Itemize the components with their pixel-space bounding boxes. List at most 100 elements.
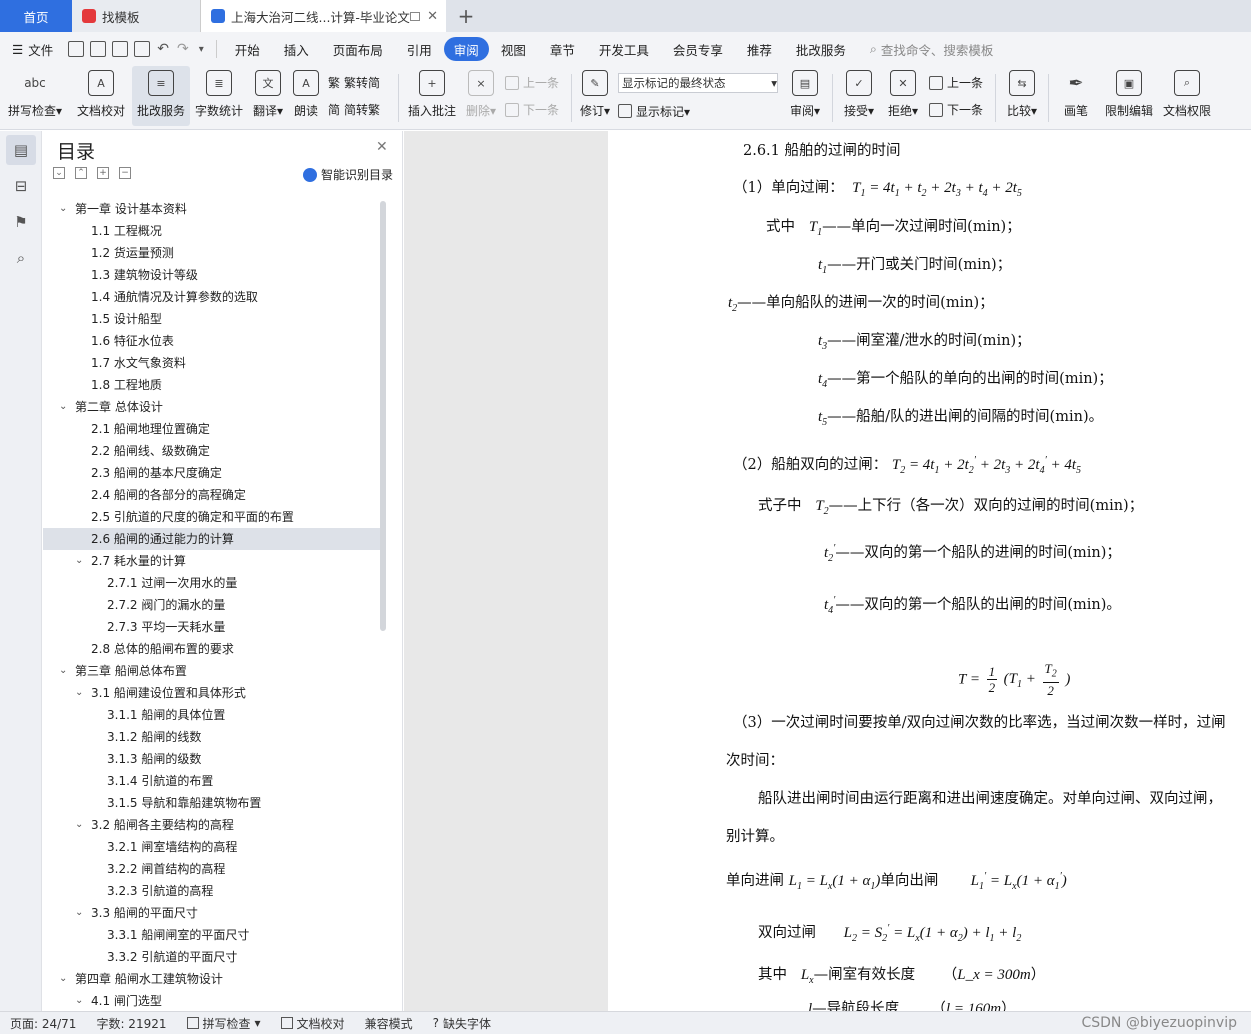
chevron-down-icon[interactable]: ▾ bbox=[199, 44, 204, 55]
toc-item[interactable]: 1.3 建筑物设计等级 bbox=[43, 264, 383, 286]
menu-insert[interactable]: 插入 bbox=[272, 37, 321, 61]
spellcheck-button[interactable]: abc 拼写检查▾ bbox=[0, 66, 70, 126]
save-icon[interactable] bbox=[68, 41, 85, 57]
correction-service-button[interactable]: ≡ 批改服务 bbox=[132, 66, 190, 126]
toc-item[interactable]: 1.6 特征水位表 bbox=[43, 330, 383, 352]
review-pane-button[interactable]: ▤ 审阅▾ bbox=[782, 66, 828, 126]
toc-item[interactable]: 2.8 总体的船闸布置的要求 bbox=[43, 638, 383, 660]
prev-change-button[interactable]: 上一条 bbox=[929, 74, 987, 91]
prev-comment-button[interactable]: 上一条 bbox=[505, 74, 563, 91]
chevron-down-icon[interactable]: ⌄ bbox=[75, 550, 83, 572]
translate-button[interactable]: 文 翻译▾ bbox=[248, 66, 288, 126]
restrict-edit-button[interactable]: ▣ 限制编辑 bbox=[1099, 66, 1159, 126]
simp-to-trad-button[interactable]: 简简转繁 bbox=[328, 101, 390, 118]
track-changes-button[interactable]: ✎ 修订▾ bbox=[576, 66, 614, 126]
tab-home[interactable]: 首页 bbox=[0, 0, 72, 32]
chevron-down-icon[interactable]: ⌄ bbox=[59, 396, 67, 418]
menu-correction[interactable]: 批改服务 bbox=[784, 37, 858, 61]
export-icon[interactable] bbox=[90, 41, 107, 57]
command-search[interactable]: ⌕ 查找命令、搜索模板 bbox=[870, 40, 994, 59]
expand-icon[interactable]: ⌃ bbox=[75, 167, 87, 179]
print-icon[interactable] bbox=[112, 41, 129, 57]
toc-view-icon[interactable]: ▤ bbox=[6, 135, 36, 165]
document-page[interactable]: 2.6.1 船舶的过闸的时间 （1）单向过闸： T1 = 4t1 + t2 + … bbox=[608, 131, 1251, 1011]
read-aloud-button[interactable]: A 朗读 bbox=[288, 66, 324, 126]
toc-item[interactable]: 3.1.5 导航和靠船建筑物布置 bbox=[43, 792, 383, 814]
toc-item[interactable]: 1.4 通航情况及计算参数的选取 bbox=[43, 286, 383, 308]
chevron-down-icon[interactable]: ⌄ bbox=[75, 990, 83, 1012]
toc-item[interactable]: 3.1.3 船闸的级数 bbox=[43, 748, 383, 770]
tab-document[interactable]: 上海大治河二线...计算-毕业论文 ✕ bbox=[200, 0, 446, 32]
toc-item[interactable]: 3.1.2 船闸的线数 bbox=[43, 726, 383, 748]
toc-item[interactable]: ⌄ 第一章 设计基本资料 bbox=[43, 198, 383, 220]
window-icon[interactable] bbox=[410, 11, 420, 21]
redo-icon[interactable]: ↷ bbox=[177, 41, 189, 57]
doc-permission-button[interactable]: ⌕ 文档权限 bbox=[1159, 66, 1215, 126]
proof-status[interactable]: 文档校对 bbox=[271, 1015, 355, 1032]
file-menu[interactable]: ☰ 文件 bbox=[0, 37, 65, 61]
undo-icon[interactable]: ↶ bbox=[157, 41, 169, 57]
add-icon[interactable]: + bbox=[97, 167, 109, 179]
toc-item[interactable]: 3.2.3 引航道的高程 bbox=[43, 880, 383, 902]
toc-item[interactable]: 3.1.4 引航道的布置 bbox=[43, 770, 383, 792]
reject-button[interactable]: ✕ 拒绝▾ bbox=[881, 66, 925, 126]
chevron-down-icon[interactable]: ⌄ bbox=[75, 902, 83, 924]
chevron-down-icon[interactable]: ⌄ bbox=[75, 682, 83, 704]
close-tab-icon[interactable]: ✕ bbox=[427, 9, 438, 24]
tab-templates[interactable]: 找模板 bbox=[72, 0, 200, 32]
toc-item[interactable]: ⌄ 第四章 船闸水工建筑物设计 bbox=[43, 968, 383, 990]
chevron-down-icon[interactable]: ⌄ bbox=[75, 814, 83, 836]
word-count-button[interactable]: ≣ 字数统计 bbox=[190, 66, 248, 126]
markup-state-dropdown[interactable]: 显示标记的最终状态 ▾ bbox=[618, 72, 778, 93]
menu-page-layout[interactable]: 页面布局 bbox=[321, 37, 395, 61]
smart-toc-button[interactable]: 智能识别目录 bbox=[303, 166, 393, 183]
toc-item[interactable]: 2.5 引航道的尺度的确定和平面的布置 bbox=[43, 506, 383, 528]
compare-button[interactable]: ⇆ 比较▾ bbox=[1000, 66, 1044, 126]
compat-mode[interactable]: 兼容模式 bbox=[355, 1015, 423, 1032]
menu-start[interactable]: 开始 bbox=[223, 37, 272, 61]
menu-view[interactable]: 视图 bbox=[489, 37, 538, 61]
toc-item[interactable]: 3.2.2 闸首结构的高程 bbox=[43, 858, 383, 880]
toc-item[interactable]: 3.1.1 船闸的具体位置 bbox=[43, 704, 383, 726]
toc-item[interactable]: 2.7.1 过闸一次用水的量 bbox=[43, 572, 383, 594]
scrollbar[interactable] bbox=[380, 201, 386, 631]
insert-comment-button[interactable]: + 插入批注 bbox=[403, 66, 461, 126]
next-comment-button[interactable]: 下一条 bbox=[505, 101, 563, 118]
menu-review[interactable]: 审阅 bbox=[443, 37, 489, 61]
toc-item[interactable]: 2.2 船闸线、级数确定 bbox=[43, 440, 383, 462]
toc-item[interactable]: 1.8 工程地质 bbox=[43, 374, 383, 396]
section-nav-icon[interactable]: ⊟ bbox=[6, 171, 36, 201]
search-icon[interactable]: ⌕ bbox=[6, 243, 36, 273]
toc-item[interactable]: ⌄ 2.7 耗水量的计算 bbox=[43, 550, 383, 572]
chevron-down-icon[interactable]: ⌄ bbox=[59, 660, 67, 682]
delete-comment-button[interactable]: × 删除▾ bbox=[461, 66, 501, 126]
next-change-button[interactable]: 下一条 bbox=[929, 101, 987, 118]
new-tab-button[interactable]: + bbox=[446, 0, 486, 32]
toc-item[interactable]: ⌄ 3.2 船闸各主要结构的高程 bbox=[43, 814, 383, 836]
toc-item[interactable]: ⌄ 第二章 总体设计 bbox=[43, 396, 383, 418]
menu-chapter[interactable]: 章节 bbox=[538, 37, 587, 61]
bookmark-icon[interactable]: ⚑ bbox=[6, 207, 36, 237]
accept-button[interactable]: ✓ 接受▾ bbox=[837, 66, 881, 126]
pen-button[interactable]: ✒ 画笔 bbox=[1053, 66, 1099, 126]
menu-membership[interactable]: 会员专享 bbox=[661, 37, 735, 61]
chevron-down-icon[interactable]: ⌄ bbox=[59, 968, 67, 990]
toc-item[interactable]: ⌄ 第三章 船闸总体布置 bbox=[43, 660, 383, 682]
toc-item[interactable]: ⌄ 3.1 船闸建设位置和具体形式 bbox=[43, 682, 383, 704]
toc-item[interactable]: 2.7.2 阀门的漏水的量 bbox=[43, 594, 383, 616]
toc-item[interactable]: 2.4 船闸的各部分的高程确定 bbox=[43, 484, 383, 506]
menu-dev-tools[interactable]: 开发工具 bbox=[587, 37, 661, 61]
page-indicator[interactable]: 页面: 24/71 bbox=[0, 1015, 86, 1032]
chevron-down-icon[interactable]: ⌄ bbox=[59, 198, 67, 220]
toc-item[interactable]: 1.5 设计船型 bbox=[43, 308, 383, 330]
toc-item[interactable]: 3.3.1 船闸闸室的平面尺寸 bbox=[43, 924, 383, 946]
remove-icon[interactable]: − bbox=[119, 167, 131, 179]
toc-item[interactable]: ⌄ 4.1 闸门选型 bbox=[43, 990, 383, 1012]
toc-item[interactable]: 1.2 货运量预测 bbox=[43, 242, 383, 264]
missing-font[interactable]: ? 缺失字体 bbox=[423, 1015, 501, 1032]
menu-references[interactable]: 引用 bbox=[395, 37, 444, 61]
spellcheck-status[interactable]: 拼写检查 ▾ bbox=[177, 1015, 271, 1032]
toc-item[interactable]: ⌄ 3.3 船闸的平面尺寸 bbox=[43, 902, 383, 924]
doc-proof-button[interactable]: A 文档校对 bbox=[70, 66, 132, 126]
toc-item[interactable]: 2.3 船闸的基本尺度确定 bbox=[43, 462, 383, 484]
